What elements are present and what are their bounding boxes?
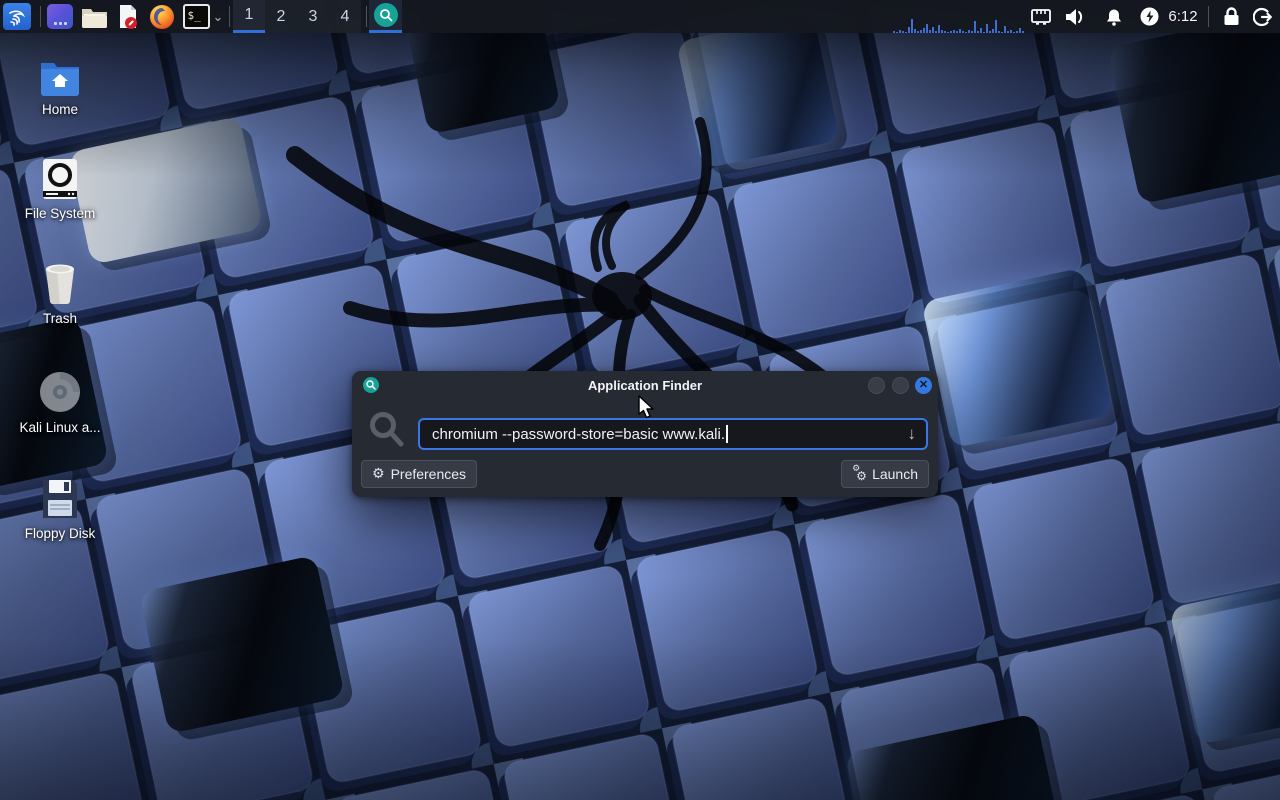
kali-dragon-icon [7,7,27,27]
workspace-4[interactable]: 4 [329,0,361,33]
network-tray-button[interactable] [1028,0,1054,33]
desktop-icon-trash[interactable]: Trash [12,263,108,326]
launcher-desktop-window[interactable] [46,0,74,33]
desktop-icon-floppy-disk[interactable]: Floppy Disk [12,478,108,541]
panel-separator [366,6,367,27]
search-icon [369,411,405,449]
bell-icon [1105,8,1123,26]
volume-icon [1064,8,1086,26]
history-dropdown-icon[interactable]: ↓ [908,424,917,444]
cpu-graph-widget[interactable] [893,0,1033,33]
gear-icon: ⚙ [372,467,385,481]
launch-button-label: Launch [872,466,918,482]
hard-drive-icon [41,158,79,200]
home-folder-icon [39,60,81,96]
ethernet-icon [1031,9,1051,25]
logout-button[interactable] [1250,0,1276,33]
launcher-file-manager[interactable] [79,0,109,33]
application-finder-window: Application Finder ✕ chromium --password… [352,371,938,497]
workspace-2[interactable]: 2 [265,0,297,33]
launcher-terminal[interactable]: $_ [181,0,211,33]
desktop-icon-label: Kali Linux a... [19,420,100,435]
desktop-icon-file-system[interactable]: File System [12,158,108,221]
text-editor-icon [115,4,141,30]
trash-icon [40,263,80,305]
desktop-icon-label: Floppy Disk [25,526,96,541]
desktop-icon-home[interactable]: Home [12,60,108,117]
desktop-icon-kali-linux[interactable]: Kali Linux a... [12,370,108,435]
floppy-disk-icon [40,478,80,520]
logout-icon [1253,7,1273,27]
text-caret [726,425,728,443]
mouse-cursor [638,395,656,421]
power-manager-tray-button[interactable] [1136,0,1162,33]
kali-menu-button[interactable] [3,3,31,30]
workspace-1-label: 1 [245,6,254,24]
workspace-4-label: 4 [341,8,350,26]
launcher-text-editor[interactable] [113,0,143,33]
workspace-1[interactable]: 1 [233,0,265,33]
desktop-icon-label: File System [25,206,96,221]
launcher-firefox[interactable] [147,0,177,33]
application-finder-task-icon [374,3,398,27]
preferences-button-label: Preferences [391,466,466,482]
maximize-button[interactable] [892,377,909,394]
window-search-icon [363,377,379,398]
workspace-2-label: 2 [277,8,286,26]
run-gears-icon: ⚙ ⚙ [852,467,866,482]
top-panel: $_ ⌄ 1 2 3 4 [0,0,1280,33]
close-button[interactable]: ✕ [915,377,932,394]
notifications-tray-button[interactable] [1101,0,1127,33]
window-icon [47,4,73,29]
firefox-icon [149,4,175,30]
workspace-3[interactable]: 3 [297,0,329,33]
taskbar-application-finder[interactable] [369,0,402,33]
terminal-icon: $_ [183,4,210,29]
clock[interactable]: 6:12 [1160,0,1206,33]
clock-label: 6:12 [1168,8,1197,25]
desktop-icon-label: Trash [43,311,77,326]
search-input[interactable]: chromium --password-store=basic www.kali… [418,418,928,450]
panel-separator [1208,6,1209,27]
lock-screen-button[interactable] [1218,0,1244,33]
desktop-icon-label: Home [42,102,78,117]
folder-icon [81,6,108,28]
panel-separator [40,6,41,27]
terminal-dropdown-button[interactable]: ⌄ [210,0,226,33]
power-bolt-icon [1140,7,1159,26]
desktop: $_ ⌄ 1 2 3 4 [0,0,1280,800]
minimize-button[interactable] [868,377,885,394]
search-input-value: chromium --password-store=basic www.kali… [432,426,725,443]
panel-separator [229,6,230,27]
optical-disc-icon [38,370,82,414]
launch-button[interactable]: ⚙ ⚙ Launch [841,460,929,488]
window-title: Application Finder [588,378,702,393]
preferences-button[interactable]: ⚙ Preferences [361,460,477,488]
volume-tray-button[interactable] [1062,0,1088,33]
lock-icon [1223,7,1240,26]
chevron-down-icon: ⌄ [213,9,224,25]
workspace-3-label: 3 [309,8,318,26]
